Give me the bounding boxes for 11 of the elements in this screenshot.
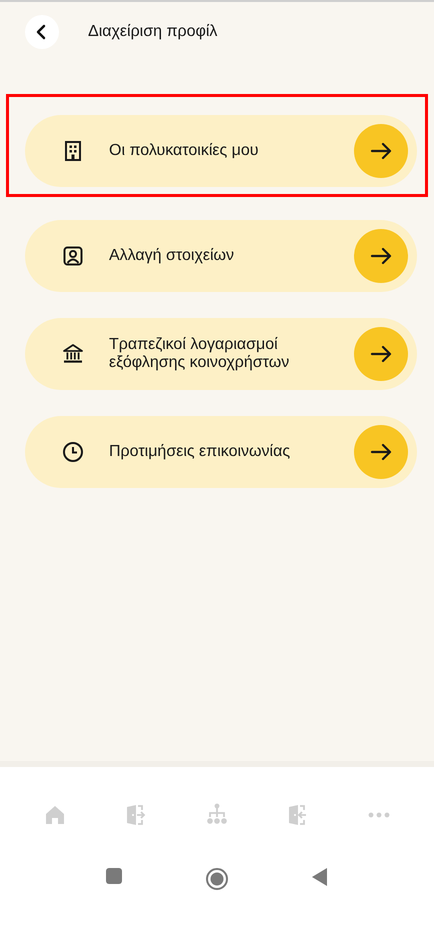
- back-triangle-icon[interactable]: [311, 867, 329, 887]
- home-circle-icon[interactable]: [205, 867, 229, 891]
- menu-item[interactable]: Τραπεζικοί λογαριασμοί εξόφλησης κοινοχρήστων: [25, 318, 417, 390]
- menu-item[interactable]: Προτιμήσεις επικοινωνίας: [25, 416, 417, 488]
- person-icon: [61, 244, 85, 268]
- page-title: Διαχείριση προφίλ: [88, 23, 218, 41]
- menu-item[interactable]: Οι πολυκατοικίες μου: [25, 115, 417, 187]
- menu-item[interactable]: Αλλαγή στοιχείων: [25, 220, 417, 292]
- recents-icon[interactable]: [105, 867, 123, 885]
- back-button[interactable]: [25, 15, 59, 49]
- clock-icon: [61, 440, 85, 464]
